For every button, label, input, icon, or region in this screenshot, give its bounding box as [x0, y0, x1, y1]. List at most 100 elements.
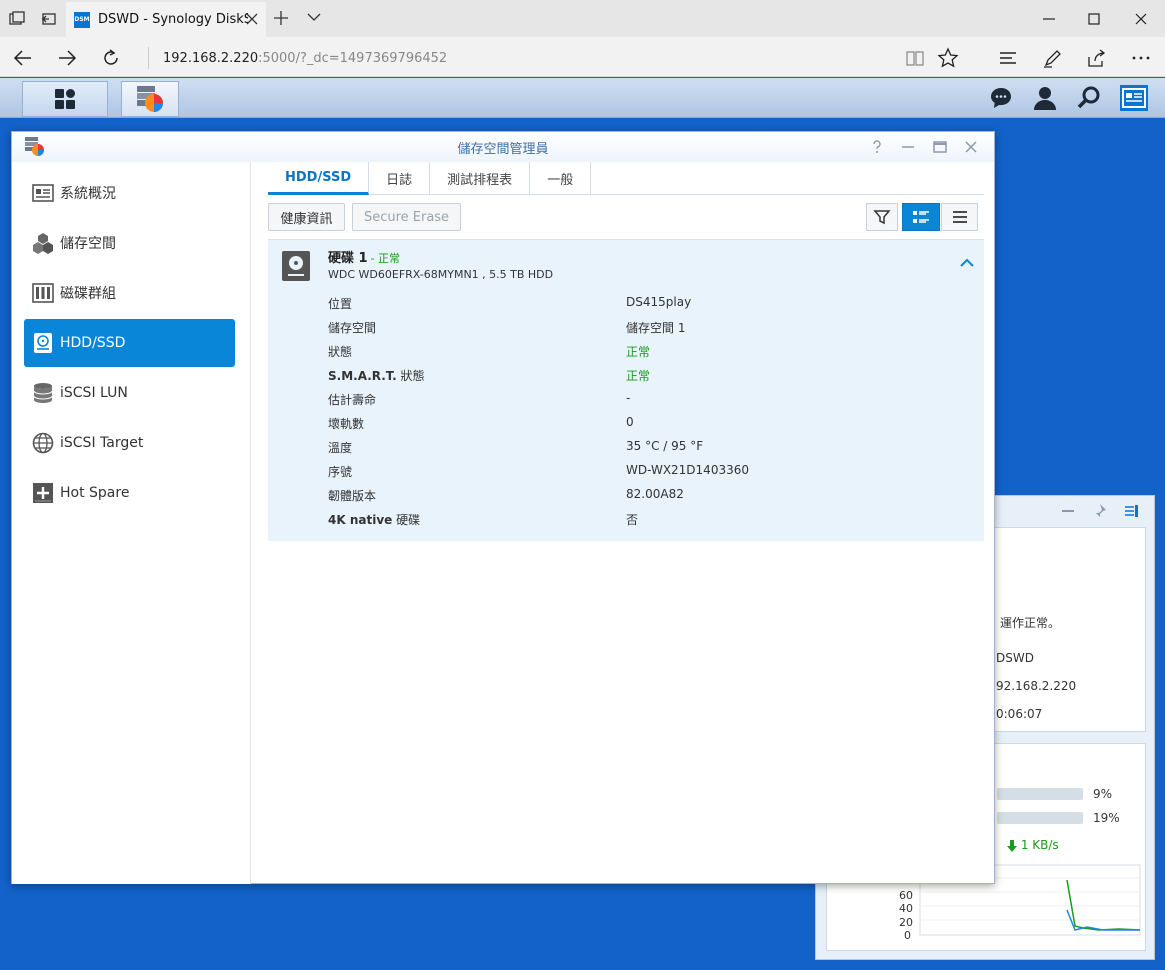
user-icon[interactable]	[1032, 85, 1058, 111]
more-dots-icon[interactable]	[1130, 47, 1152, 69]
sidebar-item-label: iSCSI LUN	[60, 385, 128, 401]
maximize-icon[interactable]	[1085, 10, 1103, 28]
set-aside-tabs-icon[interactable]	[38, 8, 60, 30]
window-maximize-icon[interactable]	[932, 139, 948, 155]
list-view-button[interactable]	[941, 203, 978, 231]
property-value: 正常	[626, 345, 651, 359]
property-key: 估計壽命	[328, 393, 377, 407]
window-title: 儲存空間管理員	[457, 141, 549, 157]
sidebar-item-hdd-ssd[interactable]: HDD/SSD	[24, 319, 235, 367]
property-value: 0	[626, 415, 634, 429]
property-value: 正常	[626, 369, 651, 383]
widget-minimize-icon[interactable]	[1060, 503, 1076, 519]
filter-button[interactable]	[866, 203, 898, 231]
tab-test-schedule[interactable]: 測試排程表	[430, 162, 531, 194]
globe-icon	[32, 432, 54, 454]
collapse-chevron-up-icon[interactable]	[960, 258, 974, 268]
hdd-icon	[34, 333, 52, 353]
cpu-usage-label: 9%	[1093, 787, 1113, 801]
property-key-bold: 4K native	[328, 513, 393, 527]
property-key-rest: 硬碟	[392, 513, 421, 527]
tab-general[interactable]: 一般	[530, 162, 592, 194]
dsm-favicon-icon: DSM	[74, 11, 90, 28]
sidebar-item-label: 磁碟群組	[60, 286, 116, 302]
sidebar: 系統概況 儲存空間 磁碟群組 HDD/SSD iSCSI LUN iSCSI T…	[12, 162, 251, 884]
main-content: HDD/SSD 日誌 測試排程表 一般 健康資訊 Secure Erase 硬碟…	[252, 162, 994, 884]
window-close-icon[interactable]	[963, 139, 979, 155]
reading-view-icon[interactable]	[904, 47, 926, 69]
property-key-bold: S.M.A.R.T.	[328, 369, 397, 383]
web-note-pen-icon[interactable]	[1041, 47, 1063, 69]
refresh-icon[interactable]	[100, 47, 122, 69]
cpu-usage-bar	[997, 788, 1083, 800]
tab-overview-icon[interactable]	[6, 8, 28, 30]
pin-icon[interactable]	[1091, 503, 1107, 519]
property-row: 儲存空間 儲存空間 1	[328, 319, 968, 343]
property-key: 壞軌數	[328, 417, 365, 431]
property-row: 狀態 正常	[328, 343, 968, 367]
cubes-icon	[33, 233, 53, 254]
overview-icon	[32, 184, 54, 202]
net-download-value: 1 KB/s	[1020, 838, 1059, 852]
disk-title: 硬碟 1	[328, 251, 368, 266]
sidebar-item-label: Hot Spare	[60, 485, 130, 501]
search-icon[interactable]	[1076, 85, 1102, 111]
property-row: 4K native 硬碟 否	[328, 511, 968, 535]
chart-tick-60: 60	[899, 889, 913, 902]
chart-tick-40: 40	[899, 902, 913, 915]
sidebar-item-storage[interactable]: 儲存空間	[24, 219, 235, 267]
property-key: 序號	[328, 465, 353, 479]
widgets-icon[interactable]	[1120, 85, 1148, 111]
tab-hdd-ssd[interactable]: HDD/SSD	[268, 162, 370, 195]
help-icon[interactable]	[869, 139, 885, 155]
url-field[interactable]: 192.168.2.220:5000/?_dc=1497369796452	[148, 47, 447, 69]
secure-erase-button[interactable]: Secure Erase	[352, 203, 461, 231]
sidebar-item-label: 系統概況	[60, 186, 116, 202]
browser-tab[interactable]: DSM DSWD - Synology DiskS	[66, 2, 266, 37]
main-menu-button[interactable]	[22, 81, 108, 117]
sidebar-item-iscsi-lun[interactable]: iSCSI LUN	[24, 369, 235, 417]
sidebar-item-raid-group[interactable]: 磁碟群組	[24, 269, 235, 317]
window-minimize-icon[interactable]	[900, 139, 916, 155]
window-titlebar[interactable]: 儲存空間管理員	[12, 132, 994, 162]
storage-manager-window: 儲存空間管理員 系統概況 儲存空間 磁碟群組 HDD/SSD iSCSI LUN…	[11, 131, 995, 884]
url-path: :5000/?_dc=1497369796452	[258, 50, 448, 66]
health-info-button[interactable]: 健康資訊	[268, 203, 345, 231]
sidebar-item-label: 儲存空間	[60, 236, 116, 252]
storage-manager-window-icon	[24, 136, 46, 158]
address-bar: 192.168.2.220:5000/?_dc=1497369796452	[0, 37, 1165, 77]
property-value: WD-WX21D1403360	[626, 463, 749, 477]
sidebar-item-hot-spare[interactable]: Hot Spare	[24, 469, 235, 517]
back-arrow-icon[interactable]	[12, 47, 34, 69]
server-name: DSWD	[996, 651, 1034, 665]
tab-log[interactable]: 日誌	[369, 162, 431, 194]
sidebar-item-overview[interactable]: 系統概況	[24, 169, 235, 217]
property-row: 序號 WD-WX21D1403360	[328, 463, 968, 487]
minimize-icon[interactable]	[1040, 10, 1058, 28]
ram-usage-label: 19%	[1093, 811, 1120, 825]
share-icon[interactable]	[1085, 47, 1107, 69]
tab-bar: HDD/SSD 日誌 測試排程表 一般	[268, 162, 984, 195]
widget-settings-icon[interactable]	[1123, 503, 1139, 519]
favorite-star-icon[interactable]	[937, 47, 959, 69]
detail-view-button[interactable]	[902, 203, 940, 231]
dsm-taskbar	[0, 78, 1165, 118]
close-tab-icon[interactable]	[244, 11, 260, 27]
sidebar-item-iscsi-target[interactable]: iSCSI Target	[24, 419, 235, 467]
hub-icon[interactable]	[997, 47, 1019, 69]
chat-bubble-icon[interactable]	[988, 85, 1014, 111]
forward-arrow-icon[interactable]	[56, 47, 78, 69]
new-tab-icon[interactable]	[272, 9, 290, 27]
chart-tick-0: 0	[904, 929, 911, 942]
raid-group-icon	[32, 283, 54, 303]
detail-list-icon	[913, 211, 929, 223]
close-window-icon[interactable]	[1132, 10, 1150, 28]
browser-tabstrip: DSM DSWD - Synology DiskS	[0, 0, 1165, 37]
chevron-down-icon[interactable]	[306, 11, 322, 23]
download-arrow-icon	[1007, 839, 1017, 852]
property-value: 82.00A82	[626, 487, 684, 501]
disk-model: WDC WD60EFRX-68MYMN1 , 5.5 TB HDD	[328, 268, 554, 281]
storage-manager-taskbar-button[interactable]	[121, 81, 179, 117]
property-key-rest: 狀態	[396, 369, 425, 383]
uptime: 0:06:07	[996, 707, 1043, 721]
